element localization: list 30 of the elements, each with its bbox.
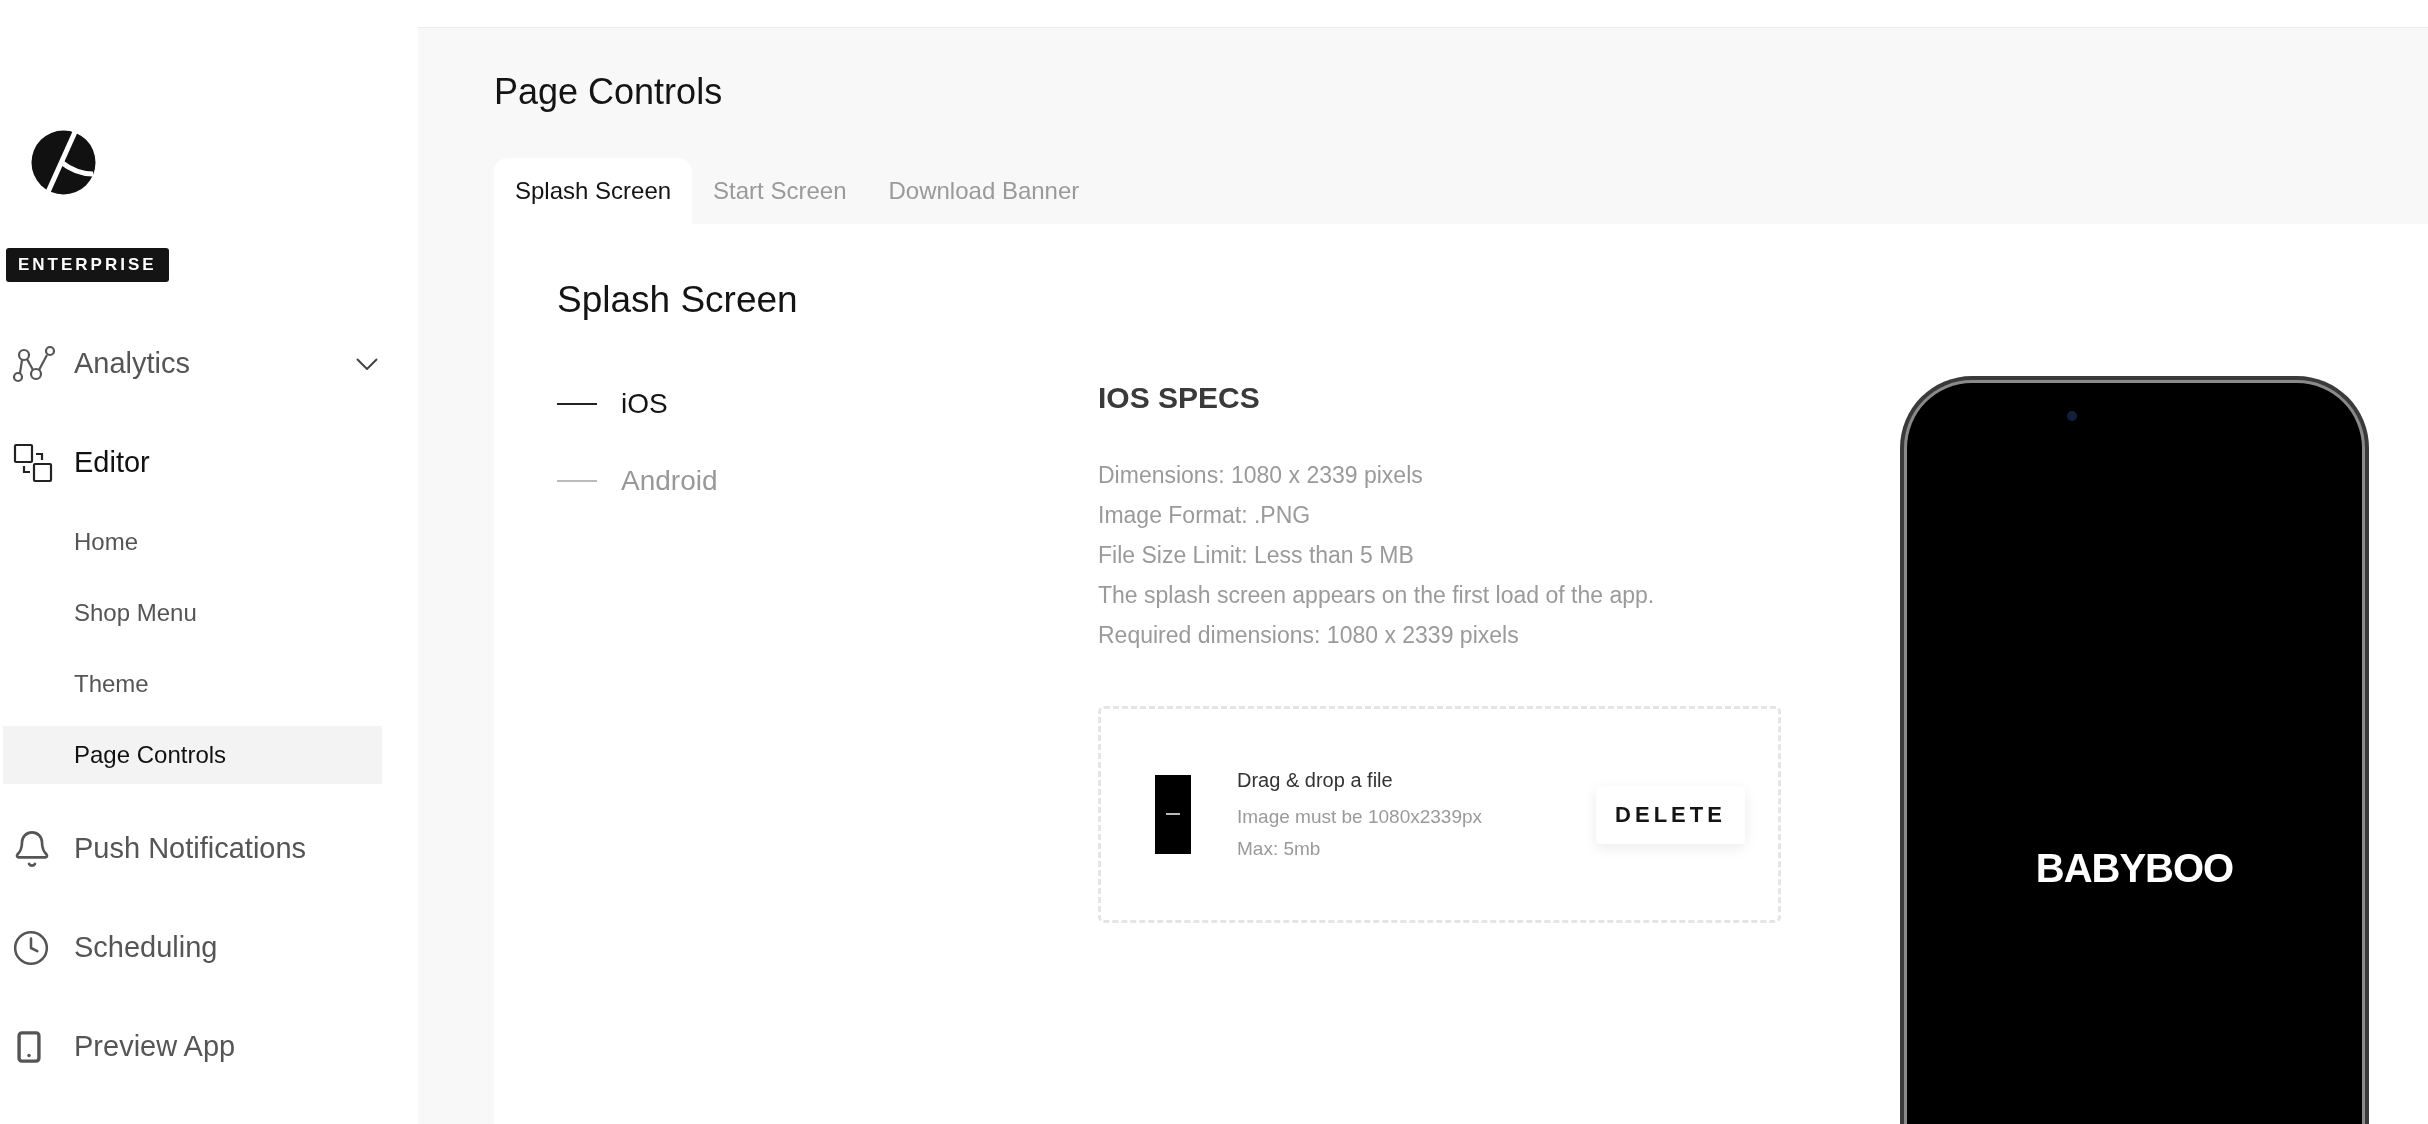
card-title: Splash Screen <box>557 278 799 322</box>
nav-subitem[interactable]: Page Controls <box>3 725 382 784</box>
nav-subitem[interactable]: Shop Menu <box>3 583 382 642</box>
nav-item[interactable]: Preview App <box>0 1016 418 1077</box>
upload-dropzone[interactable]: Drag & drop a file Image must be 1080x2339px Max: 5mb DELETE <box>1098 706 1781 923</box>
upload-hint: Max: 5mb <box>1237 836 1322 861</box>
delete-button[interactable]: DELETE <box>1596 785 1745 844</box>
specs-heading: IOS SPECS <box>1098 380 1261 416</box>
plan-badge: ENTERPRISE <box>6 248 169 282</box>
layers-icon <box>12 441 54 484</box>
upload-hint: Image must be 1080x2339px <box>1237 804 1484 829</box>
tab[interactable]: Splash Screen <box>494 158 693 224</box>
nav-item[interactable]: Push Notifications <box>0 818 418 879</box>
nav-item[interactable]: Scheduling <box>0 917 418 978</box>
spec-line: The splash screen appears on the first load of the app. <box>1098 581 1656 610</box>
clock-icon <box>12 928 50 967</box>
platform-option[interactable]: iOS <box>557 380 1098 428</box>
nodes-icon <box>12 344 56 383</box>
nav-item[interactable]: Editor <box>0 432 418 493</box>
brand-text: BABYBOO <box>2035 845 2234 892</box>
nav-subitem[interactable]: Theme <box>3 654 382 713</box>
spec-line: Dimensions: 1080 x 2339 pixels <box>1098 461 1424 490</box>
nav-subitem[interactable]: Home <box>3 512 382 571</box>
spec-line: Required dimensions: 1080 x 2339 pixels <box>1098 621 1520 650</box>
spec-line: File Size Limit: Less than 5 MB <box>1098 541 1415 570</box>
spec-line: Image Format: .PNG <box>1098 501 1312 530</box>
logo <box>31 130 96 195</box>
upload-title: Drag & drop a file <box>1237 767 1394 793</box>
nav-item[interactable]: Analytics <box>0 333 418 394</box>
page-title: Page Controls <box>494 72 724 112</box>
